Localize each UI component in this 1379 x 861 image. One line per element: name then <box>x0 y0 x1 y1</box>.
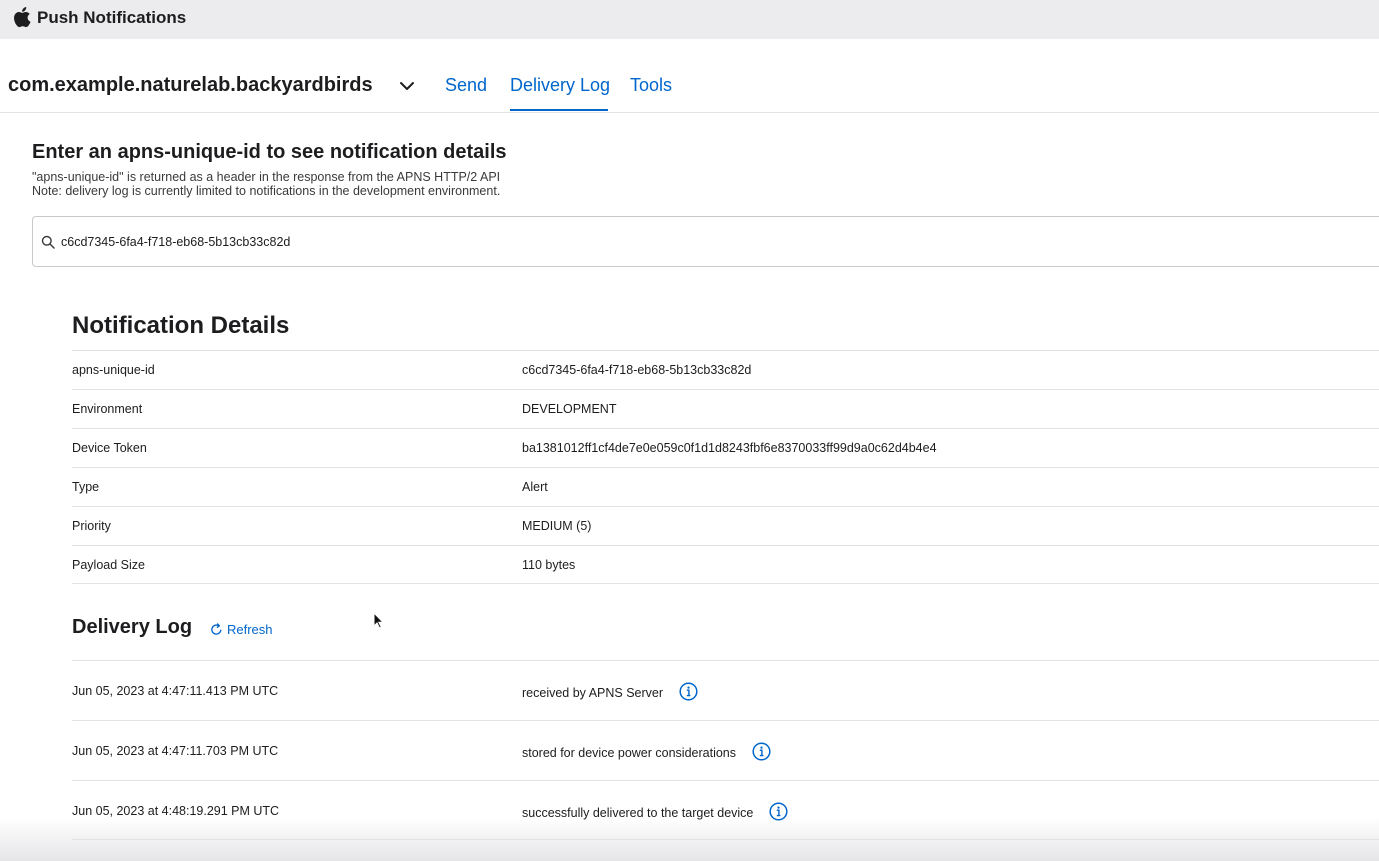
log-timestamp: Jun 05, 2023 at 4:47:11.703 PM UTC <box>72 744 279 758</box>
detail-key: Device Token <box>72 441 147 455</box>
active-tab-indicator <box>510 109 608 111</box>
detail-key: Payload Size <box>72 558 145 572</box>
refresh-button[interactable]: Refresh <box>210 622 273 637</box>
detail-row-apns-unique-id: apns-unique-id c6cd7345-6fa4-f718-eb68-5… <box>72 350 1379 389</box>
detail-key: apns-unique-id <box>72 363 155 377</box>
app-title: Push Notifications <box>37 8 187 27</box>
detail-row-priority: Priority MEDIUM (5) <box>72 506 1379 545</box>
tab-delivery-log[interactable]: Delivery Log <box>510 75 610 96</box>
log-status-text: received by APNS Server <box>522 685 664 700</box>
delivery-log-table: Jun 05, 2023 at 4:47:11.413 PM UTC recei… <box>72 660 1379 840</box>
detail-value: 110 bytes <box>522 558 576 572</box>
log-status-text: successfully delivered to the target dev… <box>522 805 754 820</box>
detail-row-environment: Environment DEVELOPMENT <box>72 389 1379 428</box>
log-status: stored for device power considerations <box>522 742 771 761</box>
detail-key: Priority <box>72 519 111 533</box>
log-timestamp: Jun 05, 2023 at 4:48:19.291 PM UTC <box>72 804 280 818</box>
search-icon <box>41 235 55 249</box>
log-status: received by APNS Server <box>522 682 698 701</box>
refresh-label: Refresh <box>227 622 273 637</box>
log-status-text: stored for device power considerations <box>522 745 737 760</box>
refresh-icon <box>211 623 222 635</box>
detail-value: DEVELOPMENT <box>522 402 617 416</box>
detail-row-payload-size: Payload Size 110 bytes <box>72 545 1379 584</box>
log-timestamp: Jun 05, 2023 at 4:47:11.413 PM UTC <box>72 684 279 698</box>
tab-tools[interactable]: Tools <box>630 75 672 96</box>
info-icon[interactable] <box>679 682 698 701</box>
tab-send[interactable]: Send <box>445 75 487 96</box>
info-icon[interactable] <box>769 802 788 821</box>
mouse-pointer-icon <box>373 612 384 629</box>
detail-key: Environment <box>72 402 143 416</box>
detail-value: c6cd7345-6fa4-f718-eb68-5b13cb33c82d <box>522 363 752 377</box>
nav-bar: com.example.naturelab.backyardbirds Send… <box>0 39 1379 113</box>
info-icon[interactable] <box>752 742 771 761</box>
detail-value: MEDIUM (5) <box>522 519 592 533</box>
apple-logo-icon <box>14 7 31 28</box>
delivery-log-heading: Delivery Log <box>72 616 193 638</box>
lookup-heading: Enter an apns-unique-id to see notificat… <box>32 141 507 163</box>
bundle-id-selector[interactable]: com.example.naturelab.backyardbirds <box>8 74 373 97</box>
notification-details-heading: Notification Details <box>72 312 290 339</box>
log-entry: Jun 05, 2023 at 4:47:11.703 PM UTC store… <box>72 720 1379 780</box>
app-title-bar: Push Notifications <box>0 0 1379 39</box>
search-box[interactable] <box>32 216 1379 267</box>
detail-value: ba1381012ff1cf4de7e0e059c0f1d1d8243fbf6e… <box>522 441 937 455</box>
lookup-note-header: "apns-unique-id" is returned as a header… <box>32 170 501 184</box>
log-entry: Jun 05, 2023 at 4:47:11.413 PM UTC recei… <box>72 660 1379 720</box>
log-status: successfully delivered to the target dev… <box>522 802 788 821</box>
detail-row-type: Type Alert <box>72 467 1379 506</box>
notification-details-table: apns-unique-id c6cd7345-6fa4-f718-eb68-5… <box>72 350 1379 584</box>
log-entry: Jun 05, 2023 at 4:48:19.291 PM UTC succe… <box>72 780 1379 840</box>
lookup-note-environment: Note: delivery log is currently limited … <box>32 184 501 198</box>
detail-key: Type <box>72 480 100 494</box>
detail-row-device-token: Device Token ba1381012ff1cf4de7e0e059c0f… <box>72 428 1379 467</box>
chevron-down-icon[interactable] <box>398 79 416 93</box>
apns-id-search-input[interactable] <box>61 227 1361 257</box>
detail-value: Alert <box>522 480 548 494</box>
